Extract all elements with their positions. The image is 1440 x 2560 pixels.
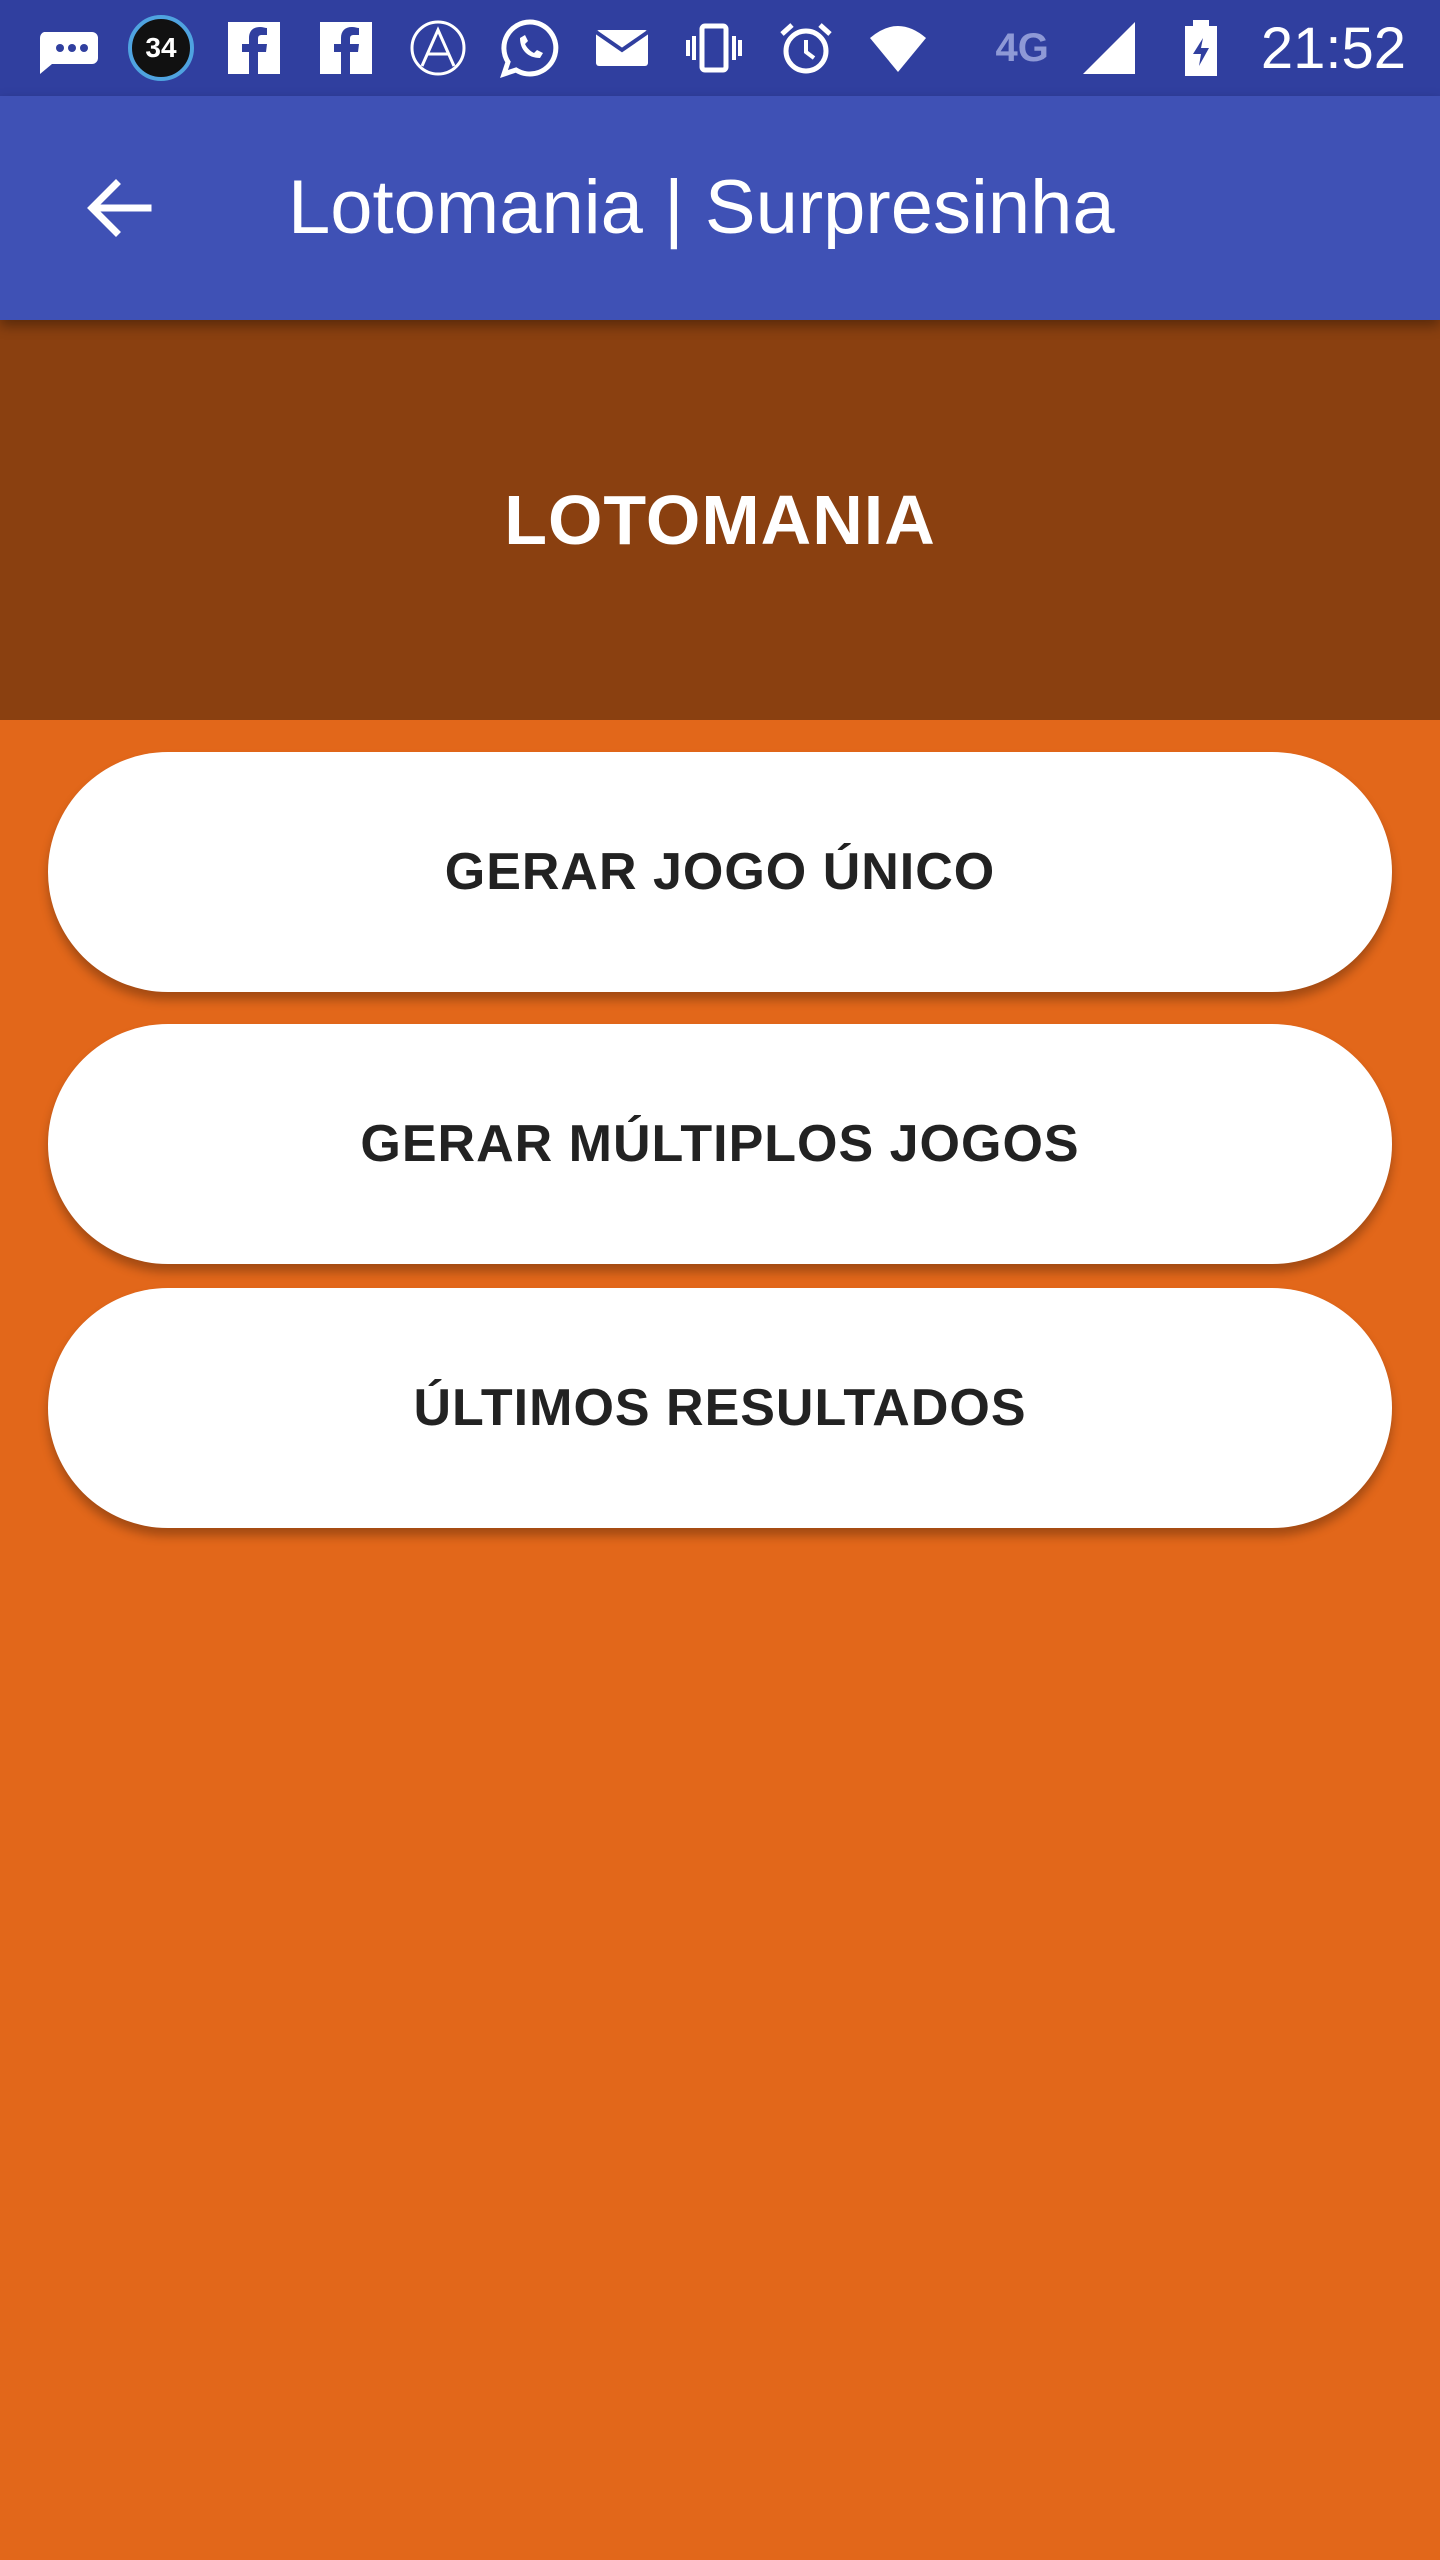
wifi-icon [866,16,930,80]
alarm-icon [774,16,838,80]
mail-icon [590,16,654,80]
back-button[interactable] [64,154,172,262]
vibrate-icon [682,16,746,80]
game-banner: LOTOMANIA [0,320,1440,720]
generate-single-game-button[interactable]: GERAR JOGO ÚNICO [48,752,1392,992]
app-bar: Lotomania | Surpresinha [0,96,1440,320]
system-icons: 4G 21:52 [995,15,1440,82]
whatsapp-icon [498,16,562,80]
clock: 21:52 [1260,15,1406,81]
facebook-icon [314,16,378,80]
last-results-button[interactable]: ÚLTIMOS RESULTADOS [48,1288,1392,1528]
app-a-icon [406,16,470,80]
banner-title: LOTOMANIA [504,481,936,559]
signal-icon [1077,16,1141,80]
status-bar: 34 4G 21:52 [0,0,1440,96]
message-icon [36,16,100,80]
network-type: 4G [995,25,1049,70]
notification-badge: 34 [128,15,194,81]
generate-multiple-games-button[interactable]: GERAR MÚLTIPLOS JOGOS [48,1024,1392,1264]
arrow-back-icon [87,179,152,237]
notification-icons: 34 [0,15,930,81]
facebook-icon [222,16,286,80]
battery-icon [1169,16,1233,80]
app-title: Lotomania | Surpresinha [288,165,1115,250]
